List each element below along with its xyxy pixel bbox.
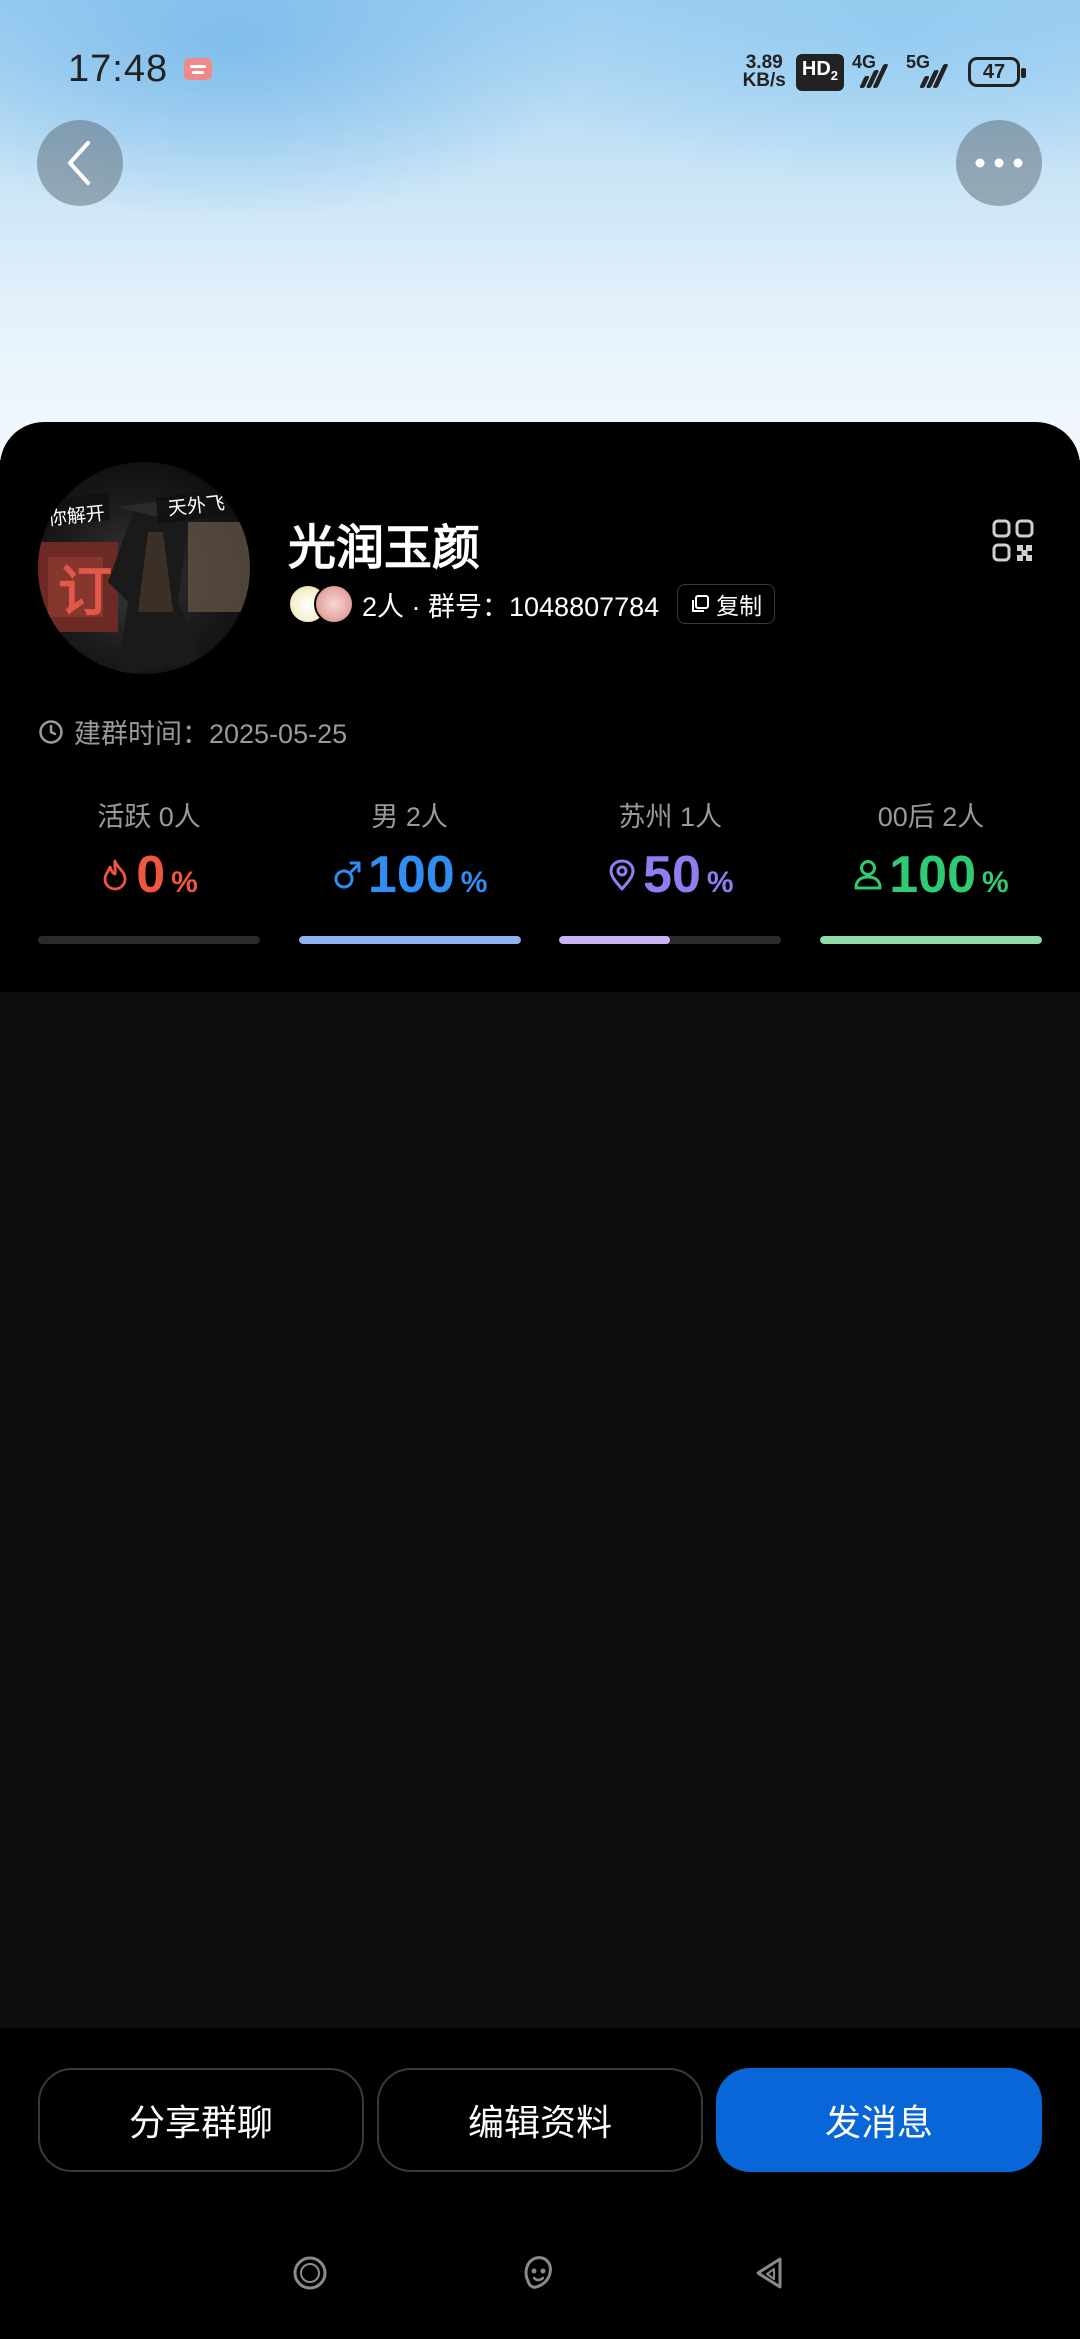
more-dots-icon — [975, 158, 1023, 168]
stat-unit: % — [982, 866, 1009, 899]
battery-level: 47 — [982, 61, 1006, 83]
stat-value: 0 — [136, 846, 166, 904]
status-indicators: 3.89 KB/s HD2 4G 5G 47 — [742, 50, 1026, 94]
stat-value: 50 — [643, 846, 701, 904]
stat-age[interactable]: 00后 2人 100% — [819, 795, 1042, 955]
clock-icon — [39, 719, 63, 744]
signal-5g-label: 5G — [906, 52, 931, 72]
stat-label: 活跃 0人 — [97, 802, 201, 832]
copy-group-id-button[interactable]: 复制 — [677, 584, 776, 624]
group-avatar-image: 订 你解开 天外飞 — [38, 484, 250, 674]
stat-value-row: 50% — [559, 845, 781, 905]
stat-location[interactable]: 苏州 1人 50% — [559, 795, 782, 955]
flame-icon — [103, 859, 127, 891]
notification-app-icon — [184, 58, 212, 80]
hd-label: HD — [801, 57, 831, 80]
home-circle-icon[interactable] — [288, 2251, 332, 2295]
stat-label: 苏州 1人 — [618, 802, 723, 832]
group-stats: 活跃 0人 0% 男 2人 100% 苏州 1人 50 % 00后 2人 100… — [38, 795, 1042, 955]
stat-progress-track — [819, 936, 1042, 944]
svg-text:订: 订 — [58, 560, 112, 623]
hd-voice-badge: HD2 — [795, 53, 844, 91]
more-button[interactable] — [956, 120, 1042, 206]
stat-unit: % — [460, 866, 488, 899]
created-date-row: 建群时间：2025-05-25 — [38, 712, 347, 751]
member-avatar — [314, 584, 354, 624]
chevron-left-icon — [68, 141, 90, 185]
qr-code-button[interactable] — [992, 519, 1034, 563]
stat-label: 00后 2人 — [877, 802, 985, 832]
stat-progress-track — [298, 936, 521, 944]
stat-progress-track — [38, 936, 260, 944]
created-date-label: 建群时间：2025-05-25 — [74, 719, 348, 749]
stat-active[interactable]: 活跃 0人 0% — [38, 795, 260, 955]
member-avatars[interactable] — [288, 582, 358, 626]
stat-value-row: 100% — [299, 845, 521, 905]
network-speed: 3.89 KB/s — [742, 53, 786, 91]
stat-value-row: 0% — [38, 845, 260, 905]
stat-unit: % — [706, 866, 734, 899]
stat-value: 100 — [367, 846, 455, 904]
signal-4g-icon: 4G — [852, 52, 898, 88]
stat-progress-track — [559, 936, 782, 944]
system-navigation-bar — [0, 2243, 1080, 2303]
back-button[interactable] — [37, 120, 123, 206]
stat-progress-fill — [559, 936, 671, 944]
edit-profile-button[interactable]: 编辑资料 — [377, 2068, 703, 2172]
status-time: 17:48 — [68, 48, 169, 90]
qr-code-icon — [992, 519, 1034, 562]
battery-icon: 47 — [968, 57, 1026, 87]
group-profile-screen: 17:48 3.89 KB/s HD2 4G 5G 47 订 你解开 天外飞 光… — [0, 0, 1080, 2339]
male-icon — [334, 861, 361, 889]
stat-value-row: 100% — [820, 845, 1042, 905]
person-icon — [854, 860, 882, 890]
bottom-action-bar: 分享群聊 编辑资料 发消息 — [0, 2028, 1080, 2339]
copy-label: 复制 — [716, 593, 763, 619]
network-speed-unit: KB/s — [742, 70, 786, 91]
stat-value: 100 — [889, 846, 976, 904]
stat-unit: % — [171, 866, 198, 899]
stat-progress-fill — [819, 936, 1042, 944]
group-avatar[interactable]: 订 你解开 天外飞 — [38, 462, 250, 674]
location-pin-icon — [609, 859, 635, 891]
member-count-and-group-id: 2人 · 群号：1048807784 — [362, 591, 660, 622]
assistant-icon[interactable] — [516, 2251, 560, 2295]
stat-progress-fill — [298, 936, 521, 944]
signal-5g-icon: 5G — [906, 52, 958, 88]
group-meta-row: 2人 · 群号：1048807784 复制 — [288, 578, 776, 630]
group-name: 光润玉颜 — [288, 522, 481, 575]
signal-4g-label: 4G — [852, 52, 877, 72]
hd-sub: 2 — [830, 67, 838, 83]
stat-label: 男 2人 — [371, 802, 448, 832]
back-triangle-icon[interactable] — [748, 2251, 792, 2295]
stat-gender[interactable]: 男 2人 100% — [298, 795, 521, 955]
status-bar: 17:48 3.89 KB/s HD2 4G 5G 47 — [0, 0, 1080, 140]
copy-icon — [692, 595, 710, 612]
send-message-button[interactable]: 发消息 — [716, 2068, 1042, 2172]
share-group-button[interactable]: 分享群聊 — [38, 2068, 364, 2172]
